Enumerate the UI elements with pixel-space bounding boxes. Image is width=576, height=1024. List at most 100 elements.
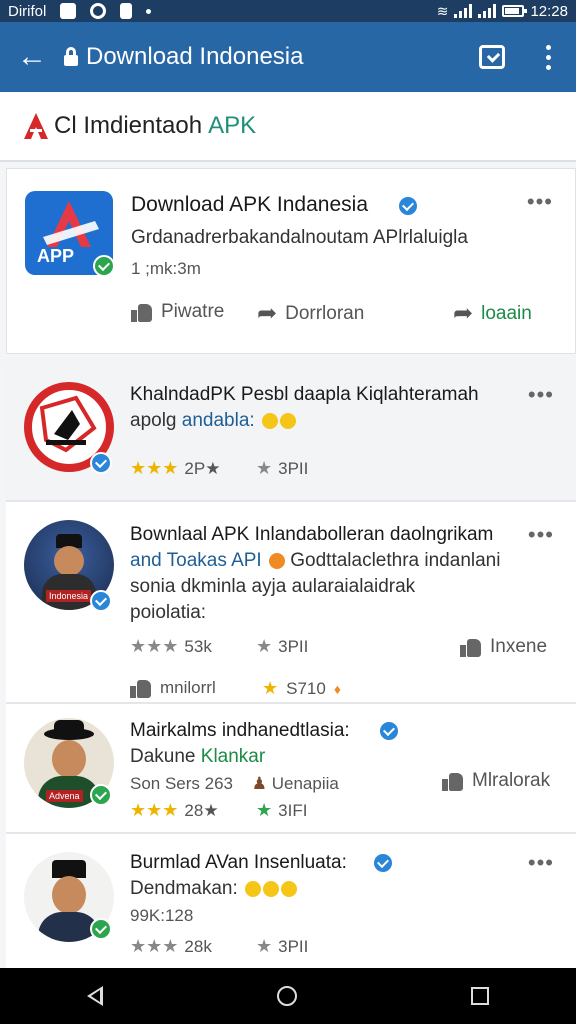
share-arrow-icon: ➦ bbox=[257, 300, 278, 327]
post-subtitle: and Toakas API Godttalaclethra indanlani bbox=[130, 550, 500, 572]
rating-row: ★★★ 2P★ bbox=[130, 458, 220, 479]
more-options-icon[interactable]: ••• bbox=[528, 382, 554, 408]
signal-icon-2 bbox=[478, 4, 497, 18]
post-card[interactable]: KhalndadPK Pesbl daapla Kiqlahteramah ••… bbox=[6, 362, 576, 502]
verified-badge-icon bbox=[90, 918, 112, 940]
post-subtitle-text: Dakune bbox=[130, 746, 196, 767]
post-subtitle-accent: andabla: bbox=[181, 410, 255, 431]
post-subtitle: Dendmakan: bbox=[130, 878, 298, 900]
rating-count: 28★ bbox=[184, 800, 219, 820]
nav-back-icon[interactable] bbox=[87, 986, 103, 1006]
verified-badge-icon bbox=[93, 255, 115, 277]
nav-home-icon[interactable] bbox=[277, 986, 297, 1006]
hat-shape bbox=[54, 720, 84, 734]
post-title[interactable]: Download APK Indanesia bbox=[131, 193, 368, 217]
post-meta: 99K:128 bbox=[130, 906, 194, 925]
more-options-icon[interactable]: ••• bbox=[528, 850, 554, 876]
back-arrow-icon[interactable]: ← bbox=[0, 22, 64, 92]
more-options-icon[interactable]: ••• bbox=[528, 522, 554, 548]
like-label: Mlralorak bbox=[472, 770, 551, 791]
thumbs-up-icon bbox=[130, 678, 152, 698]
post-card[interactable]: APP Download APK Indanesia ••• Grdanadre… bbox=[6, 168, 576, 354]
rating-count: 53k bbox=[184, 636, 212, 656]
face-shape bbox=[52, 876, 86, 914]
rating-count: 28k bbox=[184, 936, 212, 956]
post-body-2: poiolatia: bbox=[130, 602, 207, 623]
like-button[interactable]: Inxene bbox=[460, 636, 547, 658]
fire-icon: ♦ bbox=[333, 680, 341, 697]
emoji-icon bbox=[263, 880, 280, 897]
emoji-icon bbox=[245, 880, 262, 897]
share-arrow-icon: ➦ bbox=[453, 300, 474, 327]
reviews-row: ★ 3PII bbox=[256, 458, 308, 479]
sync-icon bbox=[90, 3, 107, 19]
like-button[interactable]: Mlralorak bbox=[442, 770, 550, 792]
shopping-bag-icon bbox=[479, 45, 505, 69]
reviews-count: 3IFI bbox=[278, 800, 308, 820]
reviews-row: ★ 3PII bbox=[256, 936, 308, 957]
post-title[interactable]: Mairkalms indhanedtlasia: bbox=[130, 720, 350, 742]
post-card[interactable]: Burmlad AVan Insenluata: ••• Dendmakan: … bbox=[6, 834, 576, 970]
mute-icon bbox=[120, 3, 133, 19]
post-body: sonia dkminla ayja aularaialaidrak bbox=[130, 576, 416, 597]
thumbs-up-icon bbox=[131, 302, 153, 322]
rating-count: 2P★ bbox=[184, 458, 221, 478]
verified-badge-icon bbox=[90, 590, 112, 612]
score-button[interactable]: ★ S710 ♦ bbox=[262, 678, 341, 699]
system-navigation-bar bbox=[0, 968, 576, 1024]
post-title[interactable]: Bownlaal APK Inlandabolleran daolngrikam bbox=[130, 524, 493, 546]
emoji-icon bbox=[281, 880, 298, 897]
overflow-menu-button[interactable] bbox=[520, 22, 576, 92]
reviews-count: 3PII bbox=[278, 936, 309, 956]
brand-accent: APK bbox=[208, 112, 257, 139]
like-button[interactable]: Piwatre bbox=[131, 301, 224, 323]
shopping-bag-button[interactable] bbox=[464, 22, 520, 92]
star-icon: ★★★ bbox=[130, 936, 179, 956]
post-subtitle: apolg andabla: bbox=[130, 410, 296, 432]
status-bar: Dirifol ≋ 12:28 bbox=[0, 0, 576, 22]
post-title[interactable]: KhalndadPK Pesbl daapla Kiqlahteramah bbox=[130, 384, 479, 406]
verified-badge-icon bbox=[378, 720, 400, 742]
like-label: Inxene bbox=[490, 636, 548, 657]
rating-row: ★★★ 28k bbox=[130, 936, 212, 957]
like-label: Piwatre bbox=[161, 301, 225, 322]
rating-row: ★★★ 53k bbox=[130, 636, 212, 657]
face-shape bbox=[52, 740, 86, 778]
lock-icon bbox=[64, 47, 78, 67]
post-subtitle-text: Dendmakan: bbox=[130, 878, 238, 899]
carrier-label: Dirifol bbox=[8, 2, 47, 20]
post-card[interactable]: Indonesia Bownlaal APK Inlandabolleran d… bbox=[6, 502, 576, 704]
nav-recents-icon[interactable] bbox=[471, 987, 489, 1005]
comment-label: mnilorrl bbox=[160, 678, 216, 697]
brand-title: Cl Imdientaoh bbox=[54, 112, 203, 139]
thumbs-up-icon bbox=[460, 637, 482, 657]
clock: 12:28 bbox=[530, 2, 568, 20]
wifi-icon: ≋ bbox=[436, 2, 449, 19]
brand-header: Cl Imdientaoh APK bbox=[0, 92, 576, 162]
verified-badge-icon bbox=[90, 784, 112, 806]
post-title[interactable]: Burmlad AVan Insenluata: bbox=[130, 852, 347, 874]
download-button[interactable]: ➦ Dorrloran bbox=[257, 299, 364, 328]
emoji-icon bbox=[268, 552, 285, 569]
app-avatar-label: APP bbox=[37, 246, 75, 266]
star-icon: ★ bbox=[256, 636, 273, 656]
verified-badge-icon bbox=[397, 195, 419, 217]
star-icon: ★★★ bbox=[130, 800, 179, 820]
reviews-row: ★ 3IFI bbox=[256, 800, 307, 821]
comment-button[interactable]: mnilorrl bbox=[130, 678, 216, 698]
star-icon: ★ bbox=[256, 936, 273, 956]
signal-icon bbox=[454, 4, 473, 18]
star-icon: ★★★ bbox=[130, 458, 179, 478]
verified-badge-icon bbox=[90, 452, 112, 474]
more-options-icon[interactable]: ••• bbox=[527, 189, 553, 215]
download-label: Dorrloran bbox=[285, 302, 365, 324]
login-button[interactable]: ➦ loaain bbox=[453, 299, 532, 328]
reviews-count: 3PII bbox=[278, 458, 309, 478]
face-shape bbox=[54, 546, 84, 576]
post-meta: Son Sers 263 ♟ Uenapiia bbox=[130, 774, 339, 794]
post-meta: 1 ;mk:3m bbox=[131, 259, 201, 278]
avatar-caption: Indonesia bbox=[46, 590, 92, 602]
post-card[interactable]: Advena Mairkalms indhanedtlasia: Dakune … bbox=[6, 704, 576, 834]
post-subtitle-accent: Klankar bbox=[200, 746, 266, 767]
thumbs-up-icon bbox=[442, 771, 464, 791]
